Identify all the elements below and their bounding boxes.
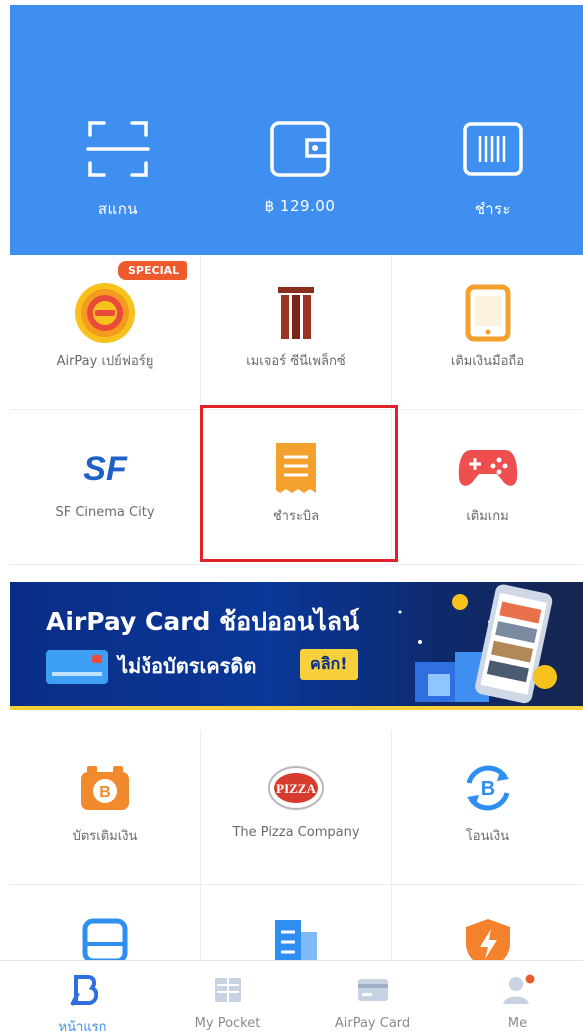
major-cineplex-icon [201,285,391,341]
banner-title: AirPay Card ช้อปออนไลน์ [46,607,360,636]
banner-subtitle: ไม่ง้อบัตรเครดิต [118,654,257,678]
tile-label: AirPay เปย์ฟอร์ยู [56,354,154,369]
user-icon [445,973,583,1007]
sf-cinema-icon: SF [10,440,200,496]
wallet-button[interactable]: ฿ 129.00 [230,115,370,215]
tile-transfer[interactable]: B โอนเงิน [392,730,583,885]
tab-me[interactable]: Me [445,961,583,1035]
tab-my-pocket[interactable]: My Pocket [155,961,300,1035]
tile-airpay-fortune[interactable]: SPECIAL AirPay เปย์ฟอร์ยู [10,255,201,410]
airpay-home-icon [10,973,155,1007]
special-badge: SPECIAL [118,261,188,280]
tab-label: หน้าแรก [58,1020,107,1035]
tile-sf-cinema[interactable]: SF SF Cinema City [10,410,201,565]
mobile-topup-icon [392,284,583,342]
pizza-company-icon: PIZZA [201,760,391,816]
banner-stripe [10,706,583,710]
notification-dot [525,974,534,984]
airpay-card-banner[interactable]: AirPay Card ช้อปออนไลน์ ไม่ง้อบัตรเครดิต… [10,582,583,710]
services-grid-secondary: B บัตรเติมเงิน PIZZA The Pizza Company B… [10,730,583,1035]
tile-label: เติมเกม [466,509,509,524]
credit-card-icon [46,650,108,684]
header-bar: สแกน ฿ 129.00 ชำระ [10,5,583,255]
tile-major-cineplex[interactable]: เมเจอร์ ซีนีเพล็กซ์ [201,255,392,410]
tile-topup-card[interactable]: B บัตรเติมเงิน [10,730,201,885]
game-topup-icon [392,440,583,496]
tile-label: บัตรเติมเงิน [72,829,138,844]
tab-label: Me [507,1016,528,1031]
banner-decoration [398,584,557,704]
pocket-icon [155,973,300,1007]
highlight-box [200,405,398,562]
tile-label: เติมเงินมือถือ [450,354,525,369]
tab-airpay-card[interactable]: AirPay Card [300,961,445,1035]
bottom-tab-bar: หน้าแรก My Pocket AirPay Card Me [0,960,583,1035]
svg-text:PIZZA: PIZZA [276,781,316,796]
svg-text:SF: SF [83,450,128,488]
svg-text:B: B [480,778,494,800]
tab-home[interactable]: หน้าแรก [10,961,155,1035]
tile-label: เมเจอร์ ซีนีเพล็กซ์ [246,354,346,369]
pay-label: ชำระ [474,200,512,218]
transfer-icon: B [392,760,583,816]
banner-click-button[interactable]: คลิก! [300,649,358,680]
airpay-fortune-icon [10,283,200,343]
tab-label: AirPay Card [334,1016,411,1031]
tile-label: โอนเงิน [465,829,510,844]
tile-game-topup[interactable]: เติมเกม [392,410,583,565]
tile-label: SF Cinema City [55,505,155,520]
scan-label: สแกน [97,200,139,218]
barcode-icon [423,115,563,183]
tab-label: My Pocket [194,1016,261,1031]
tile-mobile-topup[interactable]: เติมเงินมือถือ [392,255,583,410]
wallet-icon [230,115,370,183]
scan-icon [48,115,188,183]
tile-pizza-company[interactable]: PIZZA The Pizza Company [201,730,392,885]
card-tab-icon [300,973,445,1007]
wallet-balance: ฿ 129.00 [264,197,336,215]
pay-button[interactable]: ชำระ [423,115,563,221]
scan-button[interactable]: สแกน [48,115,188,221]
svg-text:B: B [99,784,111,801]
topup-card-icon: B [10,760,200,816]
tile-label: The Pizza Company [232,825,360,840]
